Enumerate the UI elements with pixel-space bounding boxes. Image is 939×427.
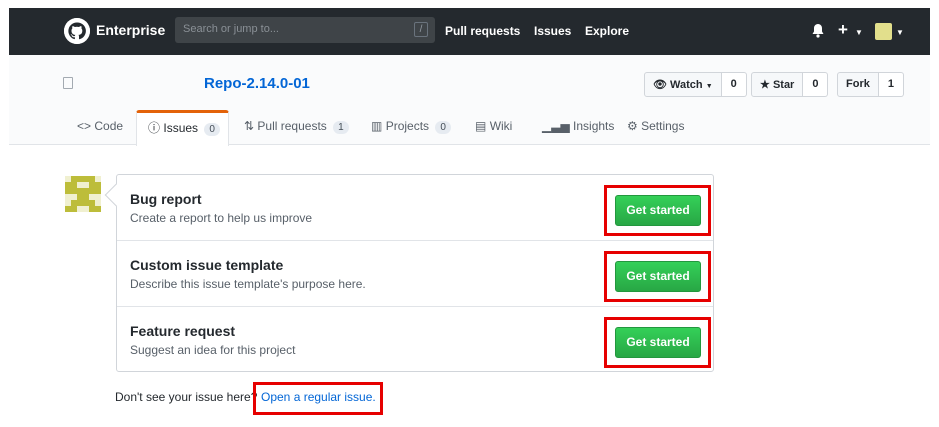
- eye-icon: 👁︎: [653, 79, 667, 91]
- search-placeholder: Search or jump to...: [183, 23, 279, 35]
- watch-button[interactable]: 👁︎ Watch ▼: [644, 72, 722, 97]
- get-started-button[interactable]: Get started: [615, 327, 701, 358]
- tab-pull-requests[interactable]: ⇅ Pull requests 1: [244, 119, 349, 134]
- repo-icon: [63, 77, 73, 89]
- repo-header: Repo-2.14.0-01 👁︎ Watch ▼ 0 ★ Star 0 For…: [9, 55, 930, 146]
- nav-explore[interactable]: Explore: [585, 24, 629, 38]
- nav-issues[interactable]: Issues: [534, 24, 571, 38]
- global-header: Enterprise Search or jump to... / Pull r…: [9, 8, 930, 55]
- repo-name-link[interactable]: Repo-2.14.0-01: [204, 75, 310, 92]
- tab-wiki[interactable]: ▤ Wiki: [475, 119, 512, 133]
- tab-projects[interactable]: ▥ Projects 0: [371, 119, 451, 134]
- star-button-group: ★ Star 0: [751, 72, 829, 97]
- fork-button-group: Fork 1: [837, 72, 904, 97]
- list-item: Bug report Create a report to help us im…: [117, 175, 713, 241]
- star-icon: ★: [760, 79, 770, 91]
- code-icon: <>: [77, 119, 92, 133]
- tab-issues[interactable]: ⓘ Issues 0: [148, 119, 220, 136]
- user-menu-chevron-down-icon[interactable]: ▼: [896, 28, 904, 37]
- graph-icon: ▁▃▅: [542, 119, 570, 133]
- tab-code[interactable]: <> Code: [77, 119, 123, 133]
- issue-template-list: Bug report Create a report to help us im…: [116, 174, 714, 372]
- create-new-chevron-down-icon[interactable]: ▼: [855, 28, 863, 37]
- template-description: Create a report to help us improve: [130, 211, 313, 225]
- template-title: Custom issue template: [130, 257, 284, 273]
- tab-settings[interactable]: ⚙ Settings: [627, 119, 684, 133]
- github-logo-icon[interactable]: [64, 18, 90, 44]
- issue-opened-icon: ⓘ: [148, 121, 161, 135]
- issues-count: 0: [204, 123, 220, 136]
- chevron-down-icon: ▼: [705, 83, 713, 90]
- gear-icon: ⚙: [627, 119, 638, 133]
- project-icon: ▥: [371, 119, 383, 133]
- star-count[interactable]: 0: [803, 72, 829, 97]
- template-description: Describe this issue template's purpose h…: [130, 277, 366, 291]
- projects-count: 0: [435, 121, 451, 134]
- list-item: Feature request Suggest an idea for this…: [117, 307, 713, 373]
- tab-insights[interactable]: ▁▃▅ Insights: [542, 119, 614, 133]
- template-title: Feature request: [130, 323, 236, 339]
- nav-pull-requests[interactable]: Pull requests: [445, 24, 520, 38]
- list-item: Custom issue template Describe this issu…: [117, 241, 713, 307]
- book-icon: ▤: [475, 119, 487, 133]
- brand-label[interactable]: Enterprise: [96, 22, 165, 38]
- user-avatar-large: [65, 176, 101, 212]
- fork-button[interactable]: Fork: [837, 72, 879, 97]
- git-pull-request-icon: ⇅: [244, 119, 255, 133]
- get-started-button[interactable]: Get started: [615, 195, 701, 226]
- template-title: Bug report: [130, 191, 202, 207]
- get-started-button[interactable]: Get started: [615, 261, 701, 292]
- search-shortcut-key: /: [414, 22, 428, 37]
- star-button[interactable]: ★ Star: [751, 72, 804, 97]
- pull-requests-count: 1: [333, 121, 349, 134]
- search-input[interactable]: Search or jump to... /: [175, 17, 435, 43]
- watch-count[interactable]: 0: [721, 72, 747, 97]
- fork-count[interactable]: 1: [878, 72, 904, 97]
- user-avatar[interactable]: [875, 23, 892, 40]
- bell-icon[interactable]: [811, 23, 825, 38]
- footer-note: Don't see your issue here?: [115, 390, 258, 404]
- watch-button-group: 👁︎ Watch ▼ 0: [644, 72, 747, 97]
- create-new-plus-icon[interactable]: +: [838, 20, 848, 40]
- template-description: Suggest an idea for this project: [130, 343, 296, 357]
- annotation-highlight: [253, 382, 383, 415]
